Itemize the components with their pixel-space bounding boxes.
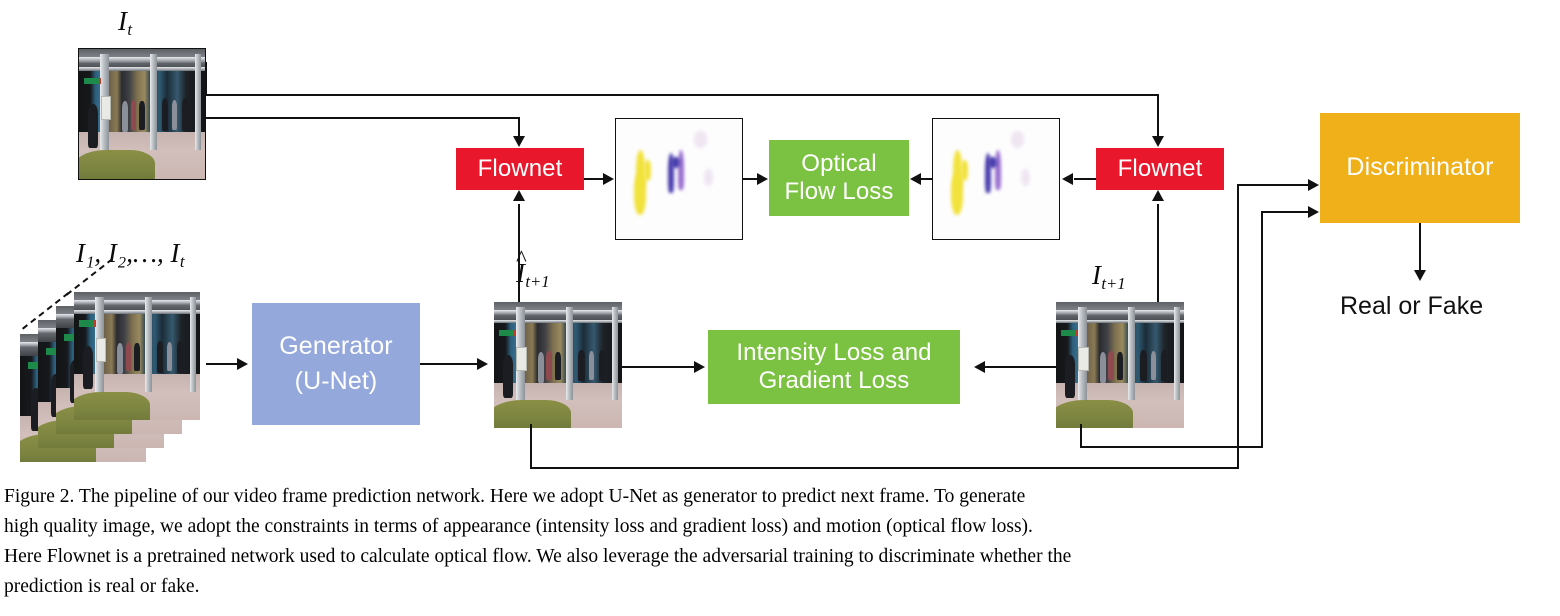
arrowhead-into-optical-loss-left [757, 173, 768, 185]
flownet-left-block[interactable]: Flownet [456, 148, 584, 190]
optical-flow-loss-label-line1: Optical [801, 149, 877, 177]
caption-line-1: Figure 2. The pipeline of our video fram… [4, 486, 1026, 507]
figure-canvas: It I₁, I₂,…, It Generator (U-Net) ^ It+1… [0, 0, 1560, 616]
label-input-frame-It-text: I [118, 6, 127, 36]
caption-line-2: high quality image, we adopt the constra… [4, 516, 1033, 537]
arrowhead-into-right-flow [1062, 173, 1073, 185]
connector-It-left-flownet-vertical [518, 117, 520, 136]
intensity-gradient-loss-label-line1: Intensity Loss and [736, 338, 932, 366]
discriminator-label: Discriminator [1346, 153, 1494, 182]
arrowhead-into-output [1414, 270, 1426, 281]
label-predicted-frame: ^ I t+1 [516, 246, 550, 292]
connector-It-right-flownet-vertical [1157, 94, 1159, 136]
arrowhead-into-right-flownet-top [1152, 136, 1164, 147]
connector-It-right-flownet-horizontal [205, 94, 1159, 96]
connector-real-to-discriminator-down [1080, 424, 1082, 448]
frame-stack-thumbnail [6, 258, 206, 462]
label-input-sequence: I₁, I₂,…, It [76, 238, 185, 272]
intensity-gradient-loss-block[interactable]: Intensity Loss and Gradient Loss [708, 330, 960, 404]
label-real-next-frame-subscript: t+1 [1101, 274, 1126, 294]
arrowhead-into-intensity-loss-left [694, 361, 705, 373]
connector-predicted-to-intensity-loss [622, 366, 694, 368]
label-predicted-frame-subscript: t+1 [525, 272, 550, 292]
label-real-next-frame: It+1 [1092, 260, 1126, 294]
label-input-sequence-text: I₁, I₂,…, I [76, 238, 180, 268]
intensity-gradient-loss-label-line2: Gradient Loss [758, 367, 910, 394]
caption-line-4: prediction is real or fake. [4, 576, 200, 597]
connector-left-flownet-to-flow [584, 178, 604, 180]
frame-thumbnail-real [1056, 302, 1184, 428]
connector-real-to-intensity-loss [985, 366, 1056, 368]
label-input-sequence-subscript: t [179, 252, 185, 272]
connector-right-flownet-to-right-flow [1074, 178, 1096, 180]
frame-thumbnail-It [78, 48, 206, 180]
connector-predicted-to-discriminator-in [1237, 184, 1309, 186]
arrowhead-into-flow-left [603, 173, 614, 185]
arrowhead-into-predicted-frame [477, 358, 488, 370]
optical-flow-thumbnail-real [932, 118, 1060, 240]
optical-flow-thumbnail-predicted [615, 118, 743, 240]
connector-real-to-discriminator-up [1261, 211, 1263, 447]
connector-stack-to-generator [206, 363, 238, 365]
connector-It-right-flownet-stub [205, 62, 207, 96]
connector-right-flow-to-optical-loss [921, 178, 933, 180]
arrowhead-into-intensity-loss-right [974, 361, 985, 373]
caption-line-3: Here Flownet is a pretrained network use… [4, 546, 1072, 567]
generator-label-line1: Generator [279, 331, 393, 360]
connector-flow-to-optical-loss [743, 178, 757, 180]
connector-generator-to-predicted [420, 363, 478, 365]
figure-caption: Figure 2. The pipeline of our video fram… [4, 482, 1556, 602]
frame-thumbnail-predicted [494, 302, 622, 428]
connector-real-to-discriminator-across [1080, 446, 1263, 448]
label-input-frame-It-subscript: t [127, 20, 132, 40]
arrowhead-into-generator [237, 358, 248, 370]
output-real-or-fake-label: Real or Fake [1340, 292, 1483, 321]
optical-flow-loss-label-line2: Flow Loss [784, 178, 894, 205]
label-input-frame-It: It [118, 6, 132, 40]
arrowhead-into-discriminator-bottom [1308, 206, 1319, 218]
arrowhead-into-discriminator-top [1308, 179, 1319, 191]
connector-predicted-to-discriminator-down [530, 424, 532, 469]
flownet-right-block[interactable]: Flownet [1096, 148, 1224, 190]
flownet-right-label: Flownet [1117, 154, 1203, 182]
flownet-left-label: Flownet [477, 154, 563, 182]
connector-predicted-to-discriminator-up [1237, 184, 1239, 468]
connector-It-left-flownet-horizontal [205, 117, 520, 119]
connector-predicted-to-left-flownet [518, 204, 520, 302]
arrowhead-into-left-flownet-bottom [513, 190, 525, 201]
arrowhead-into-optical-loss-right [910, 173, 921, 185]
connector-predicted-to-discriminator-across [530, 467, 1239, 469]
optical-flow-loss-block[interactable]: Optical Flow Loss [769, 140, 909, 216]
arrowhead-into-right-flownet-bottom [1152, 190, 1164, 201]
generator-block[interactable]: Generator (U-Net) [252, 303, 420, 425]
arrowhead-into-left-flownet-top [513, 136, 525, 147]
connector-discriminator-to-output [1419, 223, 1421, 271]
connector-real-to-right-flownet [1157, 204, 1159, 302]
discriminator-block[interactable]: Discriminator [1320, 113, 1520, 223]
output-real-or-fake-text: Real or Fake [1340, 292, 1484, 320]
label-real-next-frame-text: I [1092, 260, 1101, 290]
generator-label-line2: (U-Net) [294, 367, 378, 395]
connector-real-to-discriminator-in [1261, 211, 1309, 213]
